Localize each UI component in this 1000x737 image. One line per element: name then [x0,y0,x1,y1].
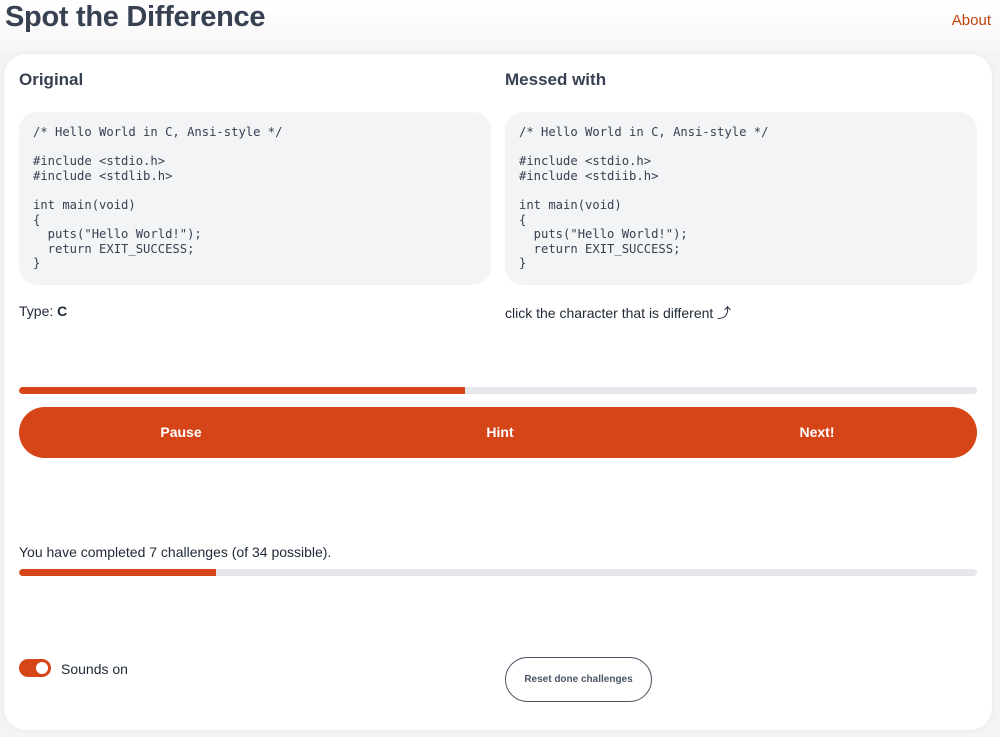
app-title: Spot the Difference [5,1,266,33]
timer-progress-bar [19,387,977,394]
completion-text: You have completed 7 challenges (of 34 p… [19,544,332,560]
type-label: Type: C [19,303,67,319]
hint-button[interactable]: Hint [400,407,600,458]
completion-progress-bar [19,569,977,576]
timer-progress-fill [19,387,466,394]
instruction-text: click the character that is different ⤴ [505,305,732,321]
action-bar: Pause Hint Next! [19,407,977,458]
toggle-knob [36,662,48,674]
type-label-text: Type: [19,303,58,319]
original-code: /* Hello World in C, Ansi-style */ #incl… [33,125,283,271]
messed-pane-title: Messed with [505,70,607,89]
messed-code-box[interactable]: /* Hello World in C, Ansi-style */ #incl… [505,112,977,285]
original-pane-title: Original [19,70,84,89]
sounds-label: Sounds on [61,661,128,677]
top-bar: Spot the Difference About [0,0,1000,50]
original-code-box: /* Hello World in C, Ansi-style */ #incl… [19,112,491,285]
type-value: C [57,303,68,319]
completion-progress-fill [19,569,217,576]
sounds-toggle[interactable] [19,659,51,677]
reset-challenges-button[interactable]: Reset done challenges [505,657,652,702]
about-link[interactable]: About [952,12,991,29]
messed-code[interactable]: /* Hello World in C, Ansi-style */ #incl… [519,125,963,271]
pause-button[interactable]: Pause [81,407,281,458]
next-button[interactable]: Next! [717,407,917,458]
